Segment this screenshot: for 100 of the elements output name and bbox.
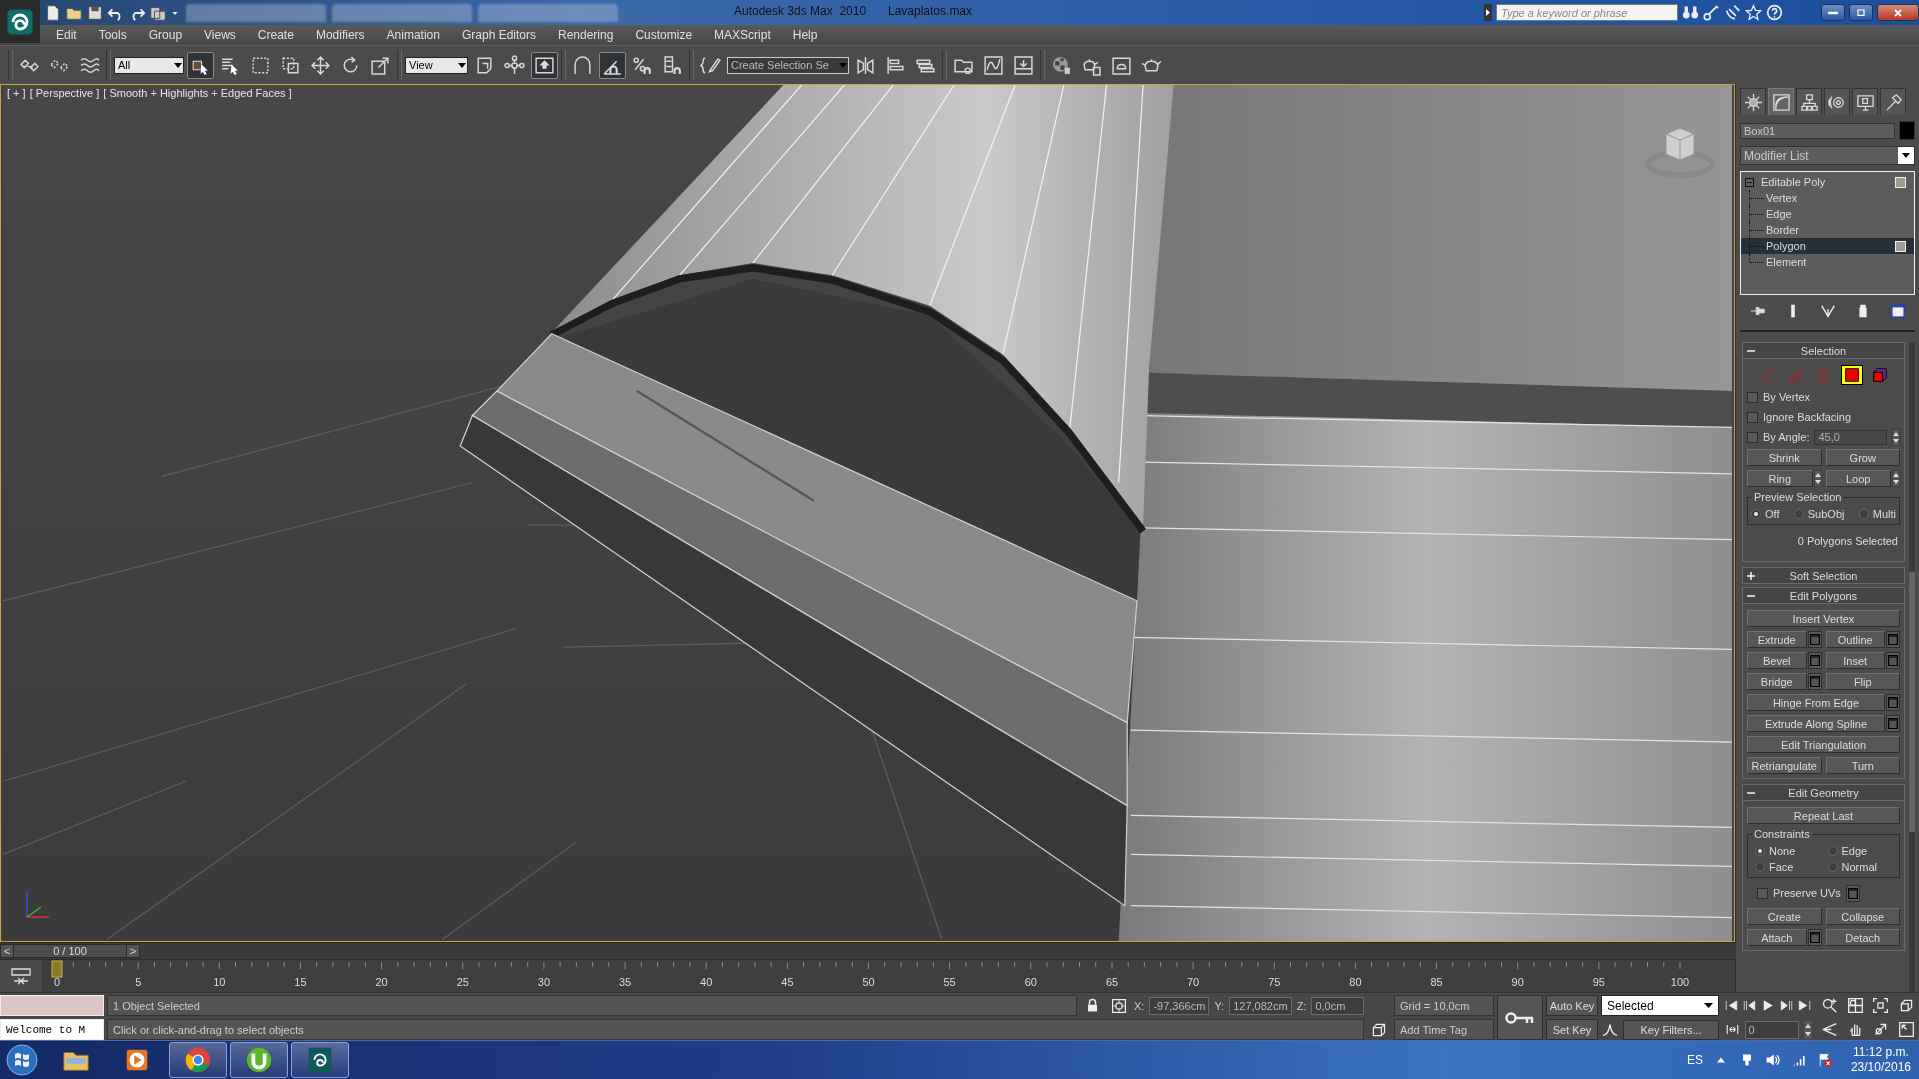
menu-item[interactable]: Graph Editors xyxy=(450,28,547,42)
keyboard-button[interactable] xyxy=(531,51,558,79)
settings-button[interactable] xyxy=(1845,884,1860,902)
dropdown[interactable]: View xyxy=(405,56,468,74)
radio-button[interactable] xyxy=(1793,509,1804,519)
coordinate-field[interactable]: -97,366cm xyxy=(1149,996,1210,1015)
binoculars-icon[interactable] xyxy=(1682,4,1699,21)
maximize-viewport-icon[interactable] xyxy=(1897,1021,1915,1038)
settings-button[interactable] xyxy=(1886,631,1900,648)
clock-date[interactable]: 23/10/2016 xyxy=(1850,1060,1911,1075)
radio-button[interactable] xyxy=(1755,862,1765,872)
command-button[interactable]: Extrude Along Spline xyxy=(1747,715,1885,732)
configure-icon[interactable] xyxy=(1888,302,1907,320)
stack-row[interactable]: Element xyxy=(1741,254,1914,270)
radio-button[interactable] xyxy=(1751,509,1761,519)
taskbar-app-button[interactable] xyxy=(169,1042,227,1078)
menu-item[interactable]: Rendering xyxy=(547,28,625,42)
next-frame-button[interactable]: > xyxy=(126,944,140,958)
viewport-label[interactable]: [ + ] xyxy=(7,87,26,99)
rollout-header[interactable]: Soft Selection xyxy=(1742,567,1905,584)
viewport-label[interactable]: [ Smooth + Highlights + Edged Faces ] xyxy=(103,87,292,99)
angle-field[interactable]: 45,0 xyxy=(1814,429,1887,445)
command-button[interactable]: Edit Triangulation xyxy=(1747,736,1900,753)
radio-button[interactable] xyxy=(1827,862,1838,872)
close-button[interactable] xyxy=(1877,4,1919,21)
auto-key-button[interactable]: Auto Key xyxy=(1546,995,1598,1016)
command-button[interactable]: Create xyxy=(1747,908,1822,925)
command-button[interactable]: Hinge From Edge xyxy=(1747,694,1885,711)
coordinate-field[interactable]: 127,082cm xyxy=(1229,996,1292,1015)
settings-button[interactable] xyxy=(1886,652,1900,669)
panel-tab[interactable] xyxy=(1880,88,1906,115)
command-button[interactable]: Bevel xyxy=(1747,652,1807,669)
panel-tab[interactable] xyxy=(1796,88,1822,115)
viewport-label[interactable]: [ Perspective ] xyxy=(29,87,100,99)
object-name-field[interactable]: Box01 xyxy=(1740,122,1895,139)
star-icon[interactable] xyxy=(1745,4,1762,21)
checkbox[interactable] xyxy=(1747,391,1758,403)
maximize-button[interactable] xyxy=(1849,4,1873,21)
expand-icon[interactable] xyxy=(1747,571,1755,580)
go-to-start-icon[interactable] xyxy=(1723,998,1739,1013)
stack-row[interactable]: Vertex xyxy=(1741,190,1914,206)
menu-item[interactable]: Edit xyxy=(45,28,88,42)
zoom-all-icon[interactable] xyxy=(1846,997,1864,1014)
go-to-end-icon[interactable] xyxy=(1797,998,1813,1013)
help-icon[interactable] xyxy=(1766,4,1783,21)
set-key-button[interactable] xyxy=(1497,995,1543,1040)
command-button[interactable]: Detach xyxy=(1825,929,1900,946)
current-frame-field[interactable]: 0 xyxy=(1744,1020,1799,1039)
key-mode-dropdown[interactable]: Selected xyxy=(1601,995,1719,1016)
radio-button[interactable] xyxy=(1827,846,1838,856)
menu-item[interactable]: Group xyxy=(137,28,194,42)
menu-item[interactable]: Customize xyxy=(624,28,704,42)
zoom-icon[interactable] xyxy=(1821,997,1839,1014)
command-button[interactable]: Flip xyxy=(1825,673,1900,690)
dropdown[interactable]: Create Selection Se xyxy=(727,56,849,74)
command-button[interactable]: Grow xyxy=(1825,449,1900,466)
command-button[interactable]: Extrude xyxy=(1747,631,1807,648)
clock-time[interactable]: 11:12 p.m. xyxy=(1853,1045,1909,1060)
object-color-swatch[interactable] xyxy=(1899,121,1915,140)
key-icon[interactable] xyxy=(1703,4,1720,21)
save-icon[interactable] xyxy=(86,3,104,22)
angle-snap-button[interactable] xyxy=(599,51,626,79)
stack-row[interactable]: Edge xyxy=(1741,206,1914,222)
add-time-tag-field[interactable]: Add Time Tag xyxy=(1394,1019,1494,1040)
command-button[interactable]: Outline xyxy=(1825,631,1885,648)
command-button[interactable]: Turn xyxy=(1825,757,1900,774)
rollout-header[interactable]: Selection xyxy=(1742,342,1905,359)
taskbar-app-button[interactable] xyxy=(230,1042,288,1078)
menu-item[interactable]: Create xyxy=(246,28,305,42)
spinner-icon[interactable] xyxy=(1892,470,1900,487)
listener-input-field[interactable]: Welcome to M xyxy=(0,1019,104,1040)
dropdown[interactable]: All xyxy=(114,56,184,74)
listener-output-field[interactable] xyxy=(0,995,104,1016)
search-field[interactable]: Type a keyword or phrase xyxy=(1496,4,1678,21)
menu-item[interactable]: Help xyxy=(781,28,829,42)
command-button[interactable]: Inset xyxy=(1825,652,1885,669)
command-button[interactable]: Retriangulate xyxy=(1747,757,1822,774)
checkbox[interactable] xyxy=(1757,887,1768,899)
rollout-header[interactable]: Edit Polygons xyxy=(1742,587,1905,604)
command-button[interactable]: Collapse xyxy=(1825,908,1900,925)
rollout-header[interactable]: Edit Geometry xyxy=(1742,784,1905,801)
menu-item[interactable]: MAXScript xyxy=(703,28,782,42)
panel-tab[interactable] xyxy=(1740,88,1766,115)
speaker-icon[interactable] xyxy=(1764,1052,1781,1068)
panel-tab[interactable] xyxy=(1852,88,1878,115)
settings-button[interactable] xyxy=(1807,929,1822,946)
key-mode-icon[interactable] xyxy=(1724,1022,1740,1037)
modifier-list-dropdown[interactable]: Modifier List xyxy=(1740,146,1915,165)
zoom-extents-icon[interactable] xyxy=(1872,997,1890,1014)
scrollbar[interactable] xyxy=(1909,342,1915,992)
settings-button[interactable] xyxy=(1807,631,1822,648)
next-key-icon[interactable] xyxy=(1778,998,1794,1013)
settings-button[interactable] xyxy=(1886,715,1900,732)
checkbox[interactable] xyxy=(1747,431,1758,443)
command-button[interactable]: Repeat Last xyxy=(1747,807,1900,824)
select-button[interactable] xyxy=(187,51,214,79)
menu-item[interactable]: Animation xyxy=(375,28,451,42)
settings-button[interactable] xyxy=(1807,673,1822,690)
previous-key-icon[interactable] xyxy=(1742,998,1758,1013)
language-indicator[interactable]: ES xyxy=(1686,1053,1703,1067)
